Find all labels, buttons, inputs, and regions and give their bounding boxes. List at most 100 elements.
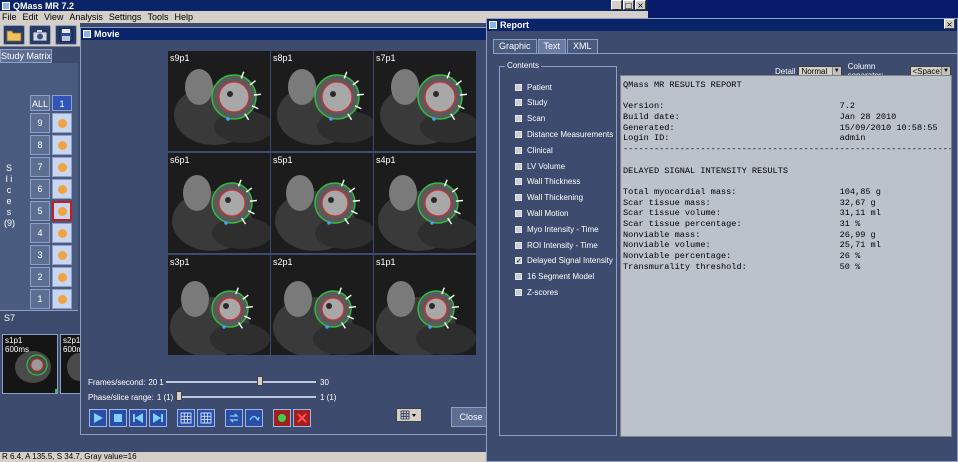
- checkbox[interactable]: [515, 209, 522, 217]
- contents-checkbox-item[interactable]: Patient: [515, 81, 552, 93]
- bounce-button[interactable]: [245, 409, 263, 427]
- save-button[interactable]: [55, 24, 77, 45]
- mri-panel[interactable]: s2p1: [271, 255, 373, 355]
- next-frame-button[interactable]: [149, 409, 167, 427]
- frames-slider-thumb[interactable]: [257, 376, 263, 386]
- row-label[interactable]: 5: [30, 201, 50, 221]
- maximize-icon[interactable]: □: [623, 0, 634, 10]
- contents-checkbox-item[interactable]: Scan: [515, 113, 545, 125]
- matrix-cell[interactable]: [52, 289, 72, 309]
- row-label[interactable]: 1: [30, 289, 50, 309]
- report-title: Report: [500, 20, 529, 30]
- grid-layout-button[interactable]: [177, 409, 195, 427]
- contents-checkbox-item[interactable]: Myo Intensity - Time: [515, 223, 599, 235]
- row-label[interactable]: 3: [30, 245, 50, 265]
- menu-view[interactable]: View: [44, 12, 63, 22]
- row-label[interactable]: 8: [30, 135, 50, 155]
- matrix-cell[interactable]: [52, 179, 72, 199]
- menu-edit[interactable]: Edit: [23, 12, 39, 22]
- thumbnail[interactable]: s2p1600ms: [60, 334, 82, 394]
- contents-checkbox-item[interactable]: Clinical: [515, 144, 553, 156]
- mri-panel[interactable]: s7p1: [374, 51, 476, 151]
- matrix-row: 4: [30, 223, 72, 243]
- matrix-cell[interactable]: [52, 223, 72, 243]
- mri-panel[interactable]: s6p1: [168, 153, 270, 253]
- contents-checkbox-item[interactable]: 16 Segment Model: [515, 271, 594, 283]
- mri-panel[interactable]: s5p1: [271, 153, 373, 253]
- contents-checkbox-item[interactable]: Wall Thickness: [515, 176, 580, 188]
- contents-checkbox-item[interactable]: Wall Motion: [515, 207, 569, 219]
- report-text-line: Version: 7.2: [623, 101, 856, 112]
- contents-checkbox-item[interactable]: Z-scores: [515, 286, 558, 298]
- select-all-button[interactable]: ALL: [30, 95, 50, 111]
- image-dot-icon: [57, 228, 67, 238]
- minimize-icon[interactable]: _: [611, 0, 622, 10]
- checkbox[interactable]: [515, 146, 522, 154]
- checkbox[interactable]: [515, 99, 522, 107]
- mri-panel[interactable]: s8p1: [271, 51, 373, 151]
- mri-panel[interactable]: s9p1: [168, 51, 270, 151]
- contents-checkbox-item[interactable]: ✓ Delayed Signal Intensity: [515, 255, 613, 267]
- contents-checkbox-item[interactable]: Wall Thickening: [515, 192, 583, 204]
- checkbox[interactable]: [515, 241, 522, 249]
- phase-slider[interactable]: [178, 396, 316, 398]
- camera-button[interactable]: [29, 24, 51, 45]
- row-label[interactable]: 2: [30, 267, 50, 287]
- checkbox[interactable]: [515, 115, 522, 123]
- close-button[interactable]: Close: [451, 407, 491, 427]
- contents-checkbox-item[interactable]: Study: [515, 97, 547, 109]
- frames-slider[interactable]: [166, 381, 316, 383]
- row-label[interactable]: 9: [30, 113, 50, 133]
- tab-study-matrix[interactable]: Study Matrix: [0, 49, 52, 63]
- checkbox[interactable]: [515, 273, 522, 281]
- checkbox[interactable]: [515, 194, 522, 202]
- mri-panel[interactable]: s1p1: [374, 255, 476, 355]
- menu-help[interactable]: Help: [174, 12, 193, 22]
- checkbox[interactable]: [515, 288, 522, 296]
- checkbox[interactable]: [515, 130, 522, 138]
- checkbox[interactable]: [515, 83, 522, 91]
- matrix-cell[interactable]: [52, 113, 72, 133]
- matrix-cell[interactable]: [52, 245, 72, 265]
- contents-checkbox-item[interactable]: Distance Measurements: [515, 128, 613, 140]
- stop-button[interactable]: [109, 409, 127, 427]
- report-text-area[interactable]: QMass MR RESULTS REPORT Version: 7.2 Build…: [620, 75, 952, 437]
- report-close-icon[interactable]: ×: [944, 19, 955, 29]
- mri-panel-label: s7p1: [376, 53, 396, 63]
- matrix-cell[interactable]: [52, 267, 72, 287]
- contents-checkbox-item[interactable]: ROI Intensity - Time: [515, 239, 598, 251]
- tab-graphic[interactable]: Graphic: [493, 39, 537, 53]
- delete-button[interactable]: [293, 409, 311, 427]
- checkbox[interactable]: [515, 162, 522, 170]
- tab-text[interactable]: Text: [537, 39, 567, 53]
- menu-file[interactable]: File: [2, 12, 17, 22]
- mri-panel[interactable]: s3p1: [168, 255, 270, 355]
- row-label[interactable]: 6: [30, 179, 50, 199]
- menu-analysis[interactable]: Analysis: [69, 12, 103, 22]
- matrix-cell[interactable]: [52, 157, 72, 177]
- matrix-cell-selected[interactable]: [52, 201, 72, 221]
- frames-min: 20: [148, 377, 158, 387]
- loop-button[interactable]: [225, 409, 243, 427]
- close-icon[interactable]: ×: [635, 0, 646, 10]
- grid-layout-alt-button[interactable]: [197, 409, 215, 427]
- row-label[interactable]: 4: [30, 223, 50, 243]
- column-header-1[interactable]: 1: [52, 95, 72, 111]
- play-button[interactable]: [89, 409, 107, 427]
- open-folder-button[interactable]: [3, 24, 25, 45]
- menu-settings[interactable]: Settings: [109, 12, 142, 22]
- phase-slider-thumb[interactable]: [176, 391, 182, 401]
- record-button[interactable]: [273, 409, 291, 427]
- contents-checkbox-item[interactable]: LV Volume: [515, 160, 565, 172]
- thumbnail[interactable]: s1p1 600ms: [2, 334, 58, 394]
- row-label[interactable]: 7: [30, 157, 50, 177]
- checkbox[interactable]: [515, 225, 522, 233]
- checkbox[interactable]: [515, 178, 522, 186]
- view-layout-dropdown[interactable]: [396, 408, 422, 422]
- checkbox[interactable]: ✓: [515, 257, 522, 265]
- mri-panel[interactable]: s4p1: [374, 153, 476, 253]
- tab-xml[interactable]: XML: [567, 39, 598, 53]
- menu-tools[interactable]: Tools: [147, 12, 168, 22]
- matrix-cell[interactable]: [52, 135, 72, 155]
- prev-frame-button[interactable]: [129, 409, 147, 427]
